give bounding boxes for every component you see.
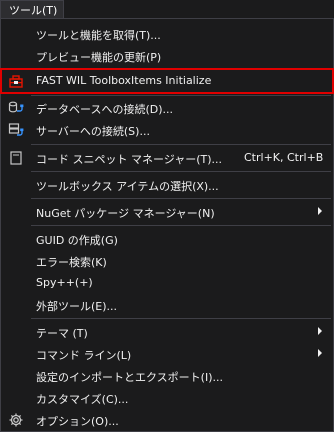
menu-item-options[interactable]: オプション(O)... bbox=[2, 409, 332, 431]
separator bbox=[31, 144, 331, 145]
menu-item-label: コード スニペット マネージャー(T)... bbox=[36, 153, 223, 166]
menu-item-label: 外部ツール(E)... bbox=[36, 300, 118, 313]
menu-item-spy-plus-plus[interactable]: Spy++(+) bbox=[2, 272, 332, 294]
menu-item-theme[interactable]: テーマ (T) bbox=[2, 321, 332, 343]
menu-item-label: エラー検索(K) bbox=[36, 256, 107, 269]
menu-item-import-export-settings[interactable]: 設定のインポートとエクスポート(I)... bbox=[2, 365, 332, 387]
server-connect-icon bbox=[8, 122, 24, 138]
menu-item-customize[interactable]: カスタマイズ(C)... bbox=[2, 387, 332, 409]
separator bbox=[31, 225, 331, 226]
menu-item-code-snippet-manager[interactable]: コード スニペット マネージャー(T)... Ctrl+K, Ctrl+B bbox=[2, 147, 332, 169]
menu-item-label: ツールボックス アイテムの選択(X)... bbox=[36, 180, 219, 193]
menu-item-get-tools-features[interactable]: ツールと機能を取得(T)... bbox=[2, 23, 332, 45]
menu-item-preview-features[interactable]: プレビュー機能の更新(P) bbox=[2, 45, 332, 67]
menu-item-create-guid[interactable]: GUID の作成(G) bbox=[2, 228, 332, 250]
menu-item-connect-server[interactable]: サーバーへの接続(S)... bbox=[2, 119, 332, 141]
menu-item-fast-wil-toolboxitems-initialize[interactable]: FAST WIL ToolboxItems Initialize bbox=[0, 68, 334, 94]
submenu-arrow-icon bbox=[318, 327, 322, 335]
separator bbox=[31, 171, 331, 172]
submenu-arrow-icon bbox=[318, 349, 322, 357]
separator bbox=[31, 95, 331, 96]
menu-item-error-lookup[interactable]: エラー検索(K) bbox=[2, 250, 332, 272]
menu-item-label: サーバーへの接続(S)... bbox=[36, 125, 150, 138]
menu-item-label: FAST WIL ToolboxItems Initialize bbox=[36, 74, 212, 87]
toolbox-icon bbox=[8, 73, 24, 89]
menu-item-label: NuGet パッケージ マネージャー(N) bbox=[36, 207, 215, 220]
menu-item-label: コマンド ライン(L) bbox=[36, 349, 132, 362]
menu-item-label: プレビュー機能の更新(P) bbox=[36, 51, 162, 64]
menu-item-shortcut: Ctrl+K, Ctrl+B bbox=[244, 151, 324, 164]
menu-item-choose-toolbox-items[interactable]: ツールボックス アイテムの選択(X)... bbox=[2, 174, 332, 196]
menu-item-label: テーマ (T) bbox=[36, 327, 88, 340]
menu-item-label: データベースへの接続(D)... bbox=[36, 103, 173, 116]
separator bbox=[31, 198, 331, 199]
menu-item-label: Spy++(+) bbox=[36, 276, 93, 289]
submenu-arrow-icon bbox=[318, 207, 322, 215]
menu-tools[interactable]: ツール(T) bbox=[0, 0, 64, 19]
separator bbox=[31, 68, 331, 69]
database-connect-icon bbox=[8, 100, 24, 116]
snippet-icon bbox=[8, 150, 24, 166]
menu-item-label: カスタマイズ(C)... bbox=[36, 393, 129, 406]
menu-item-label: オプション(O)... bbox=[36, 415, 119, 428]
menu-item-external-tools[interactable]: 外部ツール(E)... bbox=[2, 294, 332, 316]
menu-bar: ツール(T) bbox=[0, 0, 334, 19]
tools-dropdown-menu: ツールと機能を取得(T)... プレビュー機能の更新(P) FAST WIL T… bbox=[0, 18, 334, 432]
menu-item-nuget-package-manager[interactable]: NuGet パッケージ マネージャー(N) bbox=[2, 201, 332, 223]
separator bbox=[31, 318, 331, 319]
menu-item-label: GUID の作成(G) bbox=[36, 234, 118, 247]
menu-item-connect-database[interactable]: データベースへの接続(D)... bbox=[2, 97, 332, 119]
menu-item-label: 設定のインポートとエクスポート(I)... bbox=[36, 371, 223, 384]
menu-item-command-line[interactable]: コマンド ライン(L) bbox=[2, 343, 332, 365]
gear-icon bbox=[8, 412, 24, 428]
menu-item-label: ツールと機能を取得(T)... bbox=[36, 29, 161, 42]
